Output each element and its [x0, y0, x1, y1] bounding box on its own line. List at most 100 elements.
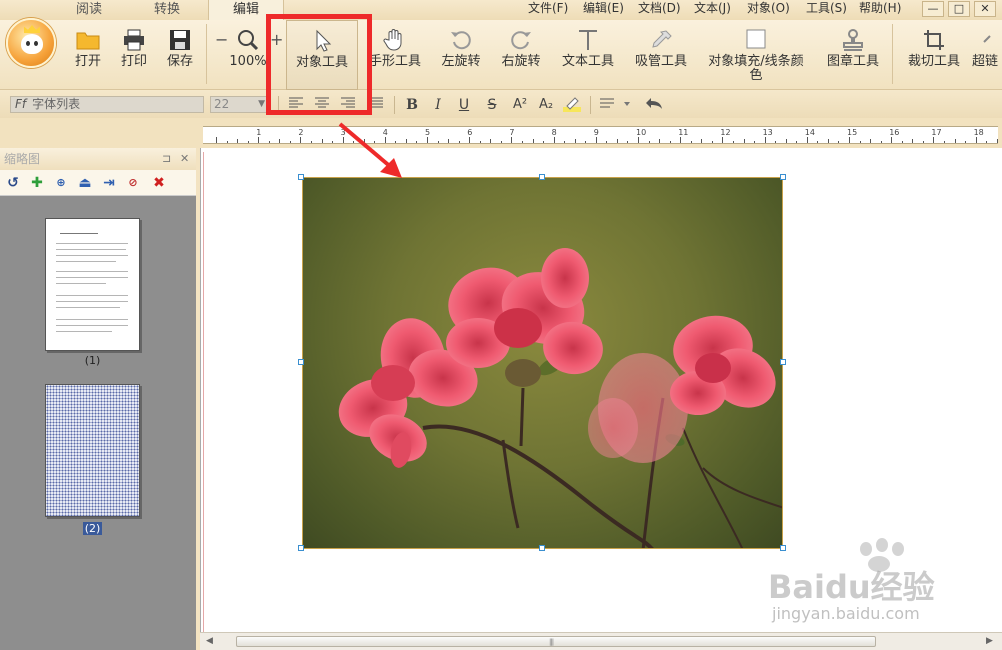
text-tool-button[interactable]: 文本工具 — [558, 20, 618, 90]
close-button[interactable]: ✕ — [974, 1, 996, 17]
font-icon: Ff — [15, 97, 27, 111]
resize-handle[interactable] — [539, 545, 545, 551]
ruler-tick — [701, 139, 703, 143]
strikethrough-button[interactable]: S — [482, 96, 502, 114]
link-icon — [983, 35, 991, 43]
rotate-page-icon[interactable]: ↺ — [4, 174, 22, 192]
ruler-tick — [722, 137, 724, 143]
underline-button[interactable]: U — [454, 96, 474, 114]
minimize-button[interactable]: — — [922, 1, 944, 17]
ruler-tick — [500, 141, 502, 143]
text-t-icon — [579, 30, 597, 50]
resize-handle[interactable] — [539, 174, 545, 180]
remove-page-icon[interactable]: ⊘ — [124, 174, 142, 192]
ruler-tick — [237, 139, 239, 143]
highlight-button[interactable] — [562, 96, 582, 114]
maximize-button[interactable]: □ — [948, 1, 970, 17]
resize-handle[interactable] — [780, 359, 786, 365]
ruler-tick — [891, 137, 893, 143]
ruler-tick — [532, 139, 534, 143]
resize-handle[interactable] — [298, 174, 304, 180]
ruler-tick — [268, 141, 270, 143]
tab-convert[interactable]: 转换 — [130, 0, 204, 20]
ruler-number: 6 — [467, 128, 473, 137]
pin-icon[interactable]: ⊐ — [162, 148, 171, 170]
rotate-right-button[interactable]: 右旋转 — [496, 20, 546, 90]
ruler-tick — [870, 139, 872, 143]
horizontal-scrollbar[interactable]: ◀ ||| ▶ — [200, 632, 1002, 650]
fill-stroke-color-button[interactable]: 对象填充/线条颜色 — [704, 20, 808, 90]
resize-handle[interactable] — [298, 359, 304, 365]
menu-tools[interactable]: 工具(S) — [806, 0, 847, 16]
menu-help[interactable]: 帮助(H) — [859, 0, 901, 16]
ruler-number: 12 — [720, 128, 731, 137]
resize-handle[interactable] — [298, 545, 304, 551]
eyedropper-icon — [652, 30, 672, 48]
resize-handle[interactable] — [780, 174, 786, 180]
eyedropper-tool-button[interactable]: 吸管工具 — [630, 20, 692, 90]
line-spacing-dropdown[interactable] — [598, 96, 632, 114]
ruler-number: 10 — [636, 128, 647, 137]
scroll-right-icon[interactable]: ▶ — [986, 636, 993, 646]
ruler-number: 8 — [551, 128, 557, 137]
stamp-tool-button[interactable]: 图章工具 — [822, 20, 884, 90]
undo-button[interactable] — [644, 96, 664, 114]
menu-text[interactable]: 文本(J) — [694, 0, 731, 16]
font-list-select[interactable]: Ff 字体列表 — [10, 96, 204, 113]
add-page-icon[interactable]: ✚ — [28, 174, 46, 192]
extract-page-icon[interactable]: ⏏ — [76, 174, 94, 192]
save-button[interactable]: 保存 — [158, 20, 202, 90]
zoom-out-button[interactable]: − — [215, 30, 228, 49]
ruler-tick — [817, 141, 819, 143]
ruler-number: 14 — [804, 128, 815, 137]
ruler-tick — [616, 139, 618, 143]
ruler-tick — [975, 137, 977, 143]
close-icon[interactable]: ✕ — [180, 148, 189, 170]
delete-page-icon[interactable]: ✖ — [150, 174, 168, 192]
printer-icon — [124, 29, 144, 51]
ruler-tick — [458, 141, 460, 143]
bold-button[interactable]: B — [402, 96, 422, 114]
rotate-left-button[interactable]: 左旋转 — [436, 20, 486, 90]
italic-button[interactable]: I — [428, 96, 448, 114]
ruler-number: 18 — [973, 128, 984, 137]
scroll-left-icon[interactable]: ◀ — [206, 636, 213, 646]
page-thumbnail-label: (2) — [82, 522, 103, 535]
page-thumbnail[interactable] — [45, 218, 140, 351]
ruler-number: 2 — [298, 128, 304, 137]
menu-edit[interactable]: 编辑(E) — [583, 0, 624, 16]
hand-tool-button[interactable]: 手形工具 — [366, 20, 424, 90]
page-thumbnail-label: (1) — [84, 354, 101, 367]
superscript-button[interactable]: A² — [510, 96, 530, 114]
menu-document[interactable]: 文档(D) — [638, 0, 681, 16]
insert-page-icon[interactable]: ⊕ — [52, 174, 70, 192]
hyperlink-tool-button[interactable]: 超链 — [972, 20, 1002, 90]
open-button[interactable]: 打开 — [66, 20, 110, 90]
selected-image-object[interactable] — [302, 177, 783, 549]
subscript-button[interactable]: A₂ — [536, 96, 556, 114]
app-logo-icon[interactable] — [6, 18, 56, 68]
hand-icon — [383, 29, 402, 51]
zoom-control[interactable]: 100% — [228, 20, 268, 90]
ruler-tick — [775, 141, 777, 143]
ruler-tick — [880, 141, 882, 143]
scrollbar-thumb[interactable]: ||| — [236, 636, 876, 647]
font-size-select[interactable]: 22 ▼ — [210, 96, 268, 113]
chevron-down-icon: ▼ — [258, 99, 265, 109]
menu-file[interactable]: 文件(F) — [528, 0, 568, 16]
ruler-tick — [469, 137, 471, 143]
ruler-tick — [437, 141, 439, 143]
horizontal-ruler[interactable]: 1 2 3 4 5 6 7 8 9 10 11 12 13 14 15 16 17 18 — [203, 126, 998, 144]
menu-object[interactable]: 对象(O) — [747, 0, 790, 16]
ruler-number: 16 — [889, 128, 900, 137]
thumbnail-toolbar: ↺ ✚ ⊕ ⏏ ⇥ ⊘ ✖ — [0, 170, 196, 196]
ruler-number: 15 — [847, 128, 858, 137]
tab-read[interactable]: 阅读 — [52, 0, 126, 20]
ruler-number: 9 — [593, 128, 599, 137]
move-page-icon[interactable]: ⇥ — [100, 174, 118, 192]
print-button[interactable]: 打印 — [112, 20, 156, 90]
ruler-tick — [827, 139, 829, 143]
highlighter-icon — [563, 97, 581, 112]
crop-tool-button[interactable]: 裁切工具 — [902, 20, 966, 90]
page-thumbnail-selected[interactable] — [45, 384, 140, 517]
